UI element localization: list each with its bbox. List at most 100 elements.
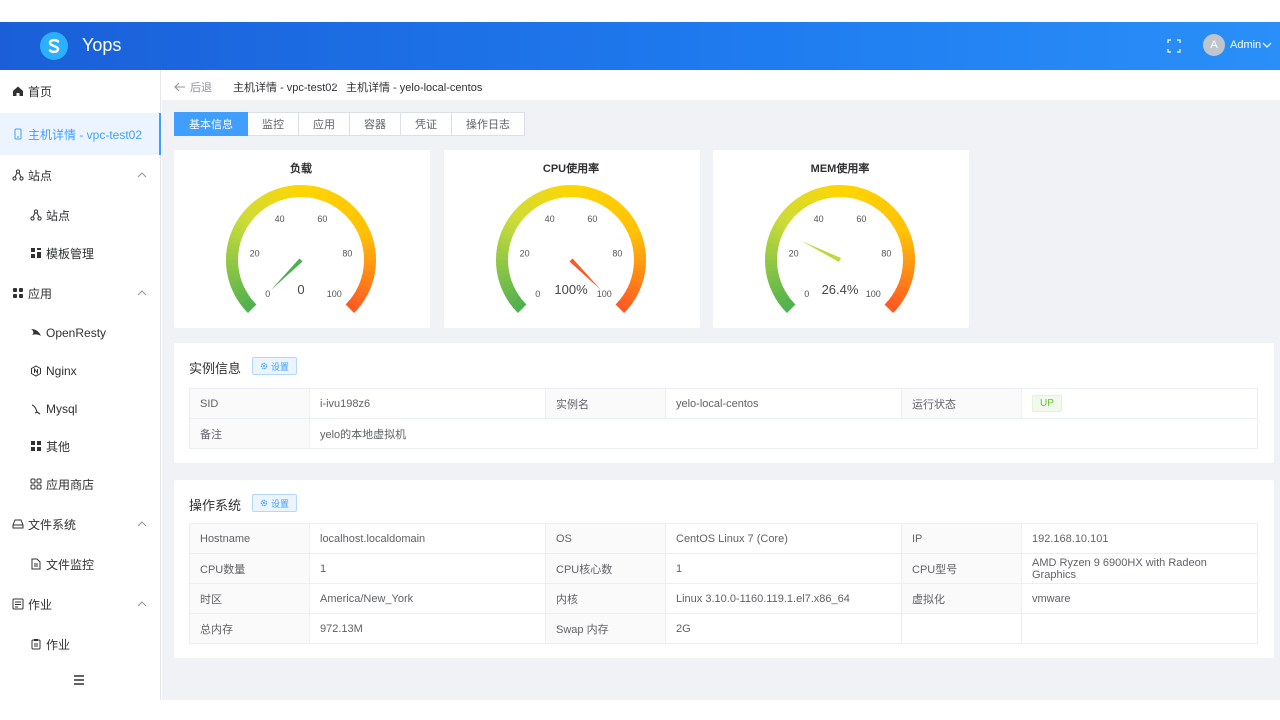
gauge-value: 26.4% — [822, 282, 859, 297]
server-icon — [12, 128, 24, 140]
clipboard-icon — [30, 638, 42, 650]
instance-settings-button[interactable]: 设置 — [252, 357, 298, 375]
field-value: yelo的本地虚拟机 — [309, 418, 1258, 449]
empty-cell — [1021, 613, 1258, 644]
gauge-title: CPU使用率 — [543, 161, 599, 175]
template-icon — [30, 247, 42, 259]
sidebar-item-mysql[interactable]: Mysql — [0, 389, 161, 429]
gauge-tick-label: 100 — [866, 289, 881, 299]
field-label: IP — [901, 523, 1022, 554]
main-content: 后退 主机详情 - vpc-test02 › 主机详情 - yelo-local… — [162, 70, 1280, 700]
breadcrumb: 后退 主机详情 - vpc-test02 › 主机详情 - yelo-local… — [162, 70, 1280, 100]
apps-icon — [12, 287, 24, 299]
sidebar-item-templates[interactable]: 模板管理 — [0, 233, 161, 273]
gauge-value: 100% — [554, 282, 588, 297]
sidebar-item-apps[interactable]: 应用 — [0, 273, 161, 313]
gauge-card-cpu: CPU使用率 0 20 40 60 80 100 100% — [444, 150, 700, 328]
status-badge: UP — [1032, 395, 1062, 412]
sidebar-item-app-store[interactable]: 应用商店 — [0, 464, 161, 504]
gauge-tick-label: 40 — [814, 214, 824, 224]
chevron-right-icon: › — [333, 79, 337, 91]
gauge-value: 0 — [297, 282, 304, 297]
home-icon — [12, 85, 24, 97]
top-strip — [0, 0, 1280, 22]
sidebar-item-sites[interactable]: 站点 — [0, 155, 161, 195]
drive-icon — [12, 518, 24, 530]
tab-apps[interactable]: 应用 — [299, 112, 350, 136]
sidebar-item-file-monitor[interactable]: 文件监控 — [0, 544, 161, 584]
field-label: SID — [189, 388, 310, 419]
app-header: Yops A Admin — [0, 22, 1280, 70]
sitemap-icon — [12, 169, 24, 181]
gauge-tick-label: 40 — [275, 214, 285, 224]
field-value: UP — [1021, 388, 1258, 419]
grid-icon — [30, 440, 42, 452]
bottom-strip — [0, 700, 1280, 720]
sidebar-item-jobs[interactable]: 作业 — [0, 584, 161, 624]
sidebar-item-jobs-sub[interactable]: 作业 — [0, 624, 161, 664]
field-label: OS — [545, 523, 666, 554]
gauge-title: MEM使用率 — [811, 161, 870, 175]
gauge-arc-segment — [345, 300, 359, 314]
gear-icon — [260, 499, 268, 507]
gauge-needle — [801, 240, 841, 262]
table-row: 备注 yelo的本地虚拟机 — [189, 418, 1258, 449]
field-label: Swap 内存 — [545, 613, 666, 644]
gauge-tick-label: 20 — [250, 249, 260, 259]
os-info-title: 操作系统 — [189, 498, 242, 513]
field-label: 虚拟化 — [901, 583, 1022, 614]
field-label: 时区 — [189, 583, 310, 614]
sidebar-item-other[interactable]: 其他 — [0, 426, 161, 466]
table-row: 时区 America/New_York 内核 Linux 3.10.0-1160… — [189, 583, 1258, 614]
field-label: 内核 — [545, 583, 666, 614]
menu-collapse-icon[interactable] — [73, 674, 85, 686]
tab-monitor[interactable]: 监控 — [248, 112, 299, 136]
sidebar-item-filesystem[interactable]: 文件系统 — [0, 504, 161, 544]
field-label: CPU型号 — [901, 553, 1022, 584]
field-value: i-ivu198z6 — [309, 388, 546, 419]
back-link[interactable]: 后退 — [174, 79, 212, 95]
tab-basic-info[interactable]: 基本信息 — [174, 112, 248, 136]
gauge-tick-label: 60 — [317, 214, 327, 224]
detail-tabs: 基本信息 监控 应用 容器 凭证 操作日志 — [174, 112, 525, 136]
logo-icon — [40, 32, 68, 60]
tab-operation-log[interactable]: 操作日志 — [452, 112, 525, 136]
gauge-card-mem: MEM使用率 0 20 40 60 80 100 26.4% — [713, 150, 969, 328]
field-label: Hostname — [189, 523, 310, 554]
sidebar-item-home[interactable]: 首页 — [0, 71, 161, 111]
field-label: 运行状态 — [901, 388, 1022, 419]
field-value: 1 — [665, 553, 902, 584]
avatar[interactable]: A — [1203, 34, 1225, 56]
sidebar-item-host-detail[interactable]: 主机详情 - vpc-test02 — [0, 113, 161, 155]
arrow-left-icon — [174, 82, 185, 92]
os-info-card: 操作系统 设置 Hostname localhost.localdomain O… — [174, 480, 1274, 658]
tab-containers[interactable]: 容器 — [350, 112, 401, 136]
field-label: CPU数量 — [189, 553, 310, 584]
gauge-tick-label: 20 — [520, 249, 530, 259]
field-value: CentOS Linux 7 (Core) — [665, 523, 902, 554]
os-settings-button[interactable]: 设置 — [252, 494, 298, 512]
field-value: 192.168.10.101 — [1021, 523, 1258, 554]
user-name[interactable]: Admin — [1230, 39, 1261, 51]
gauge-arc-segment — [884, 300, 898, 314]
sidebar-item-sites-sub[interactable]: 站点 — [0, 195, 161, 235]
gauge-tick-label: 100 — [597, 289, 612, 299]
breadcrumb-item[interactable]: 主机详情 - vpc-test02 — [233, 79, 338, 95]
field-value: AMD Ryzen 9 6900HX with Radeon Graphics — [1021, 553, 1258, 584]
chevron-down-icon[interactable] — [1262, 41, 1272, 49]
table-row: 总内存 972.13M Swap 内存 2G — [189, 613, 1258, 644]
gauge-tick-label: 80 — [342, 249, 352, 259]
gauge-tick-label: 0 — [535, 289, 540, 299]
gauge-tick-label: 80 — [612, 249, 622, 259]
openresty-icon — [30, 327, 42, 339]
field-value: 2G — [665, 613, 902, 644]
sidebar-item-nginx[interactable]: Nginx — [0, 351, 161, 391]
os-info-table: Hostname localhost.localdomain OS CentOS… — [189, 523, 1258, 644]
store-icon — [30, 478, 42, 490]
sidebar-item-openresty[interactable]: OpenResty — [0, 313, 161, 353]
tab-credentials[interactable]: 凭证 — [401, 112, 452, 136]
field-value: vmware — [1021, 583, 1258, 614]
fullscreen-icon[interactable] — [1167, 39, 1181, 53]
chevron-up-icon — [137, 290, 147, 296]
table-row: SID i-ivu198z6 实例名 yelo-local-centos 运行状… — [189, 388, 1258, 419]
